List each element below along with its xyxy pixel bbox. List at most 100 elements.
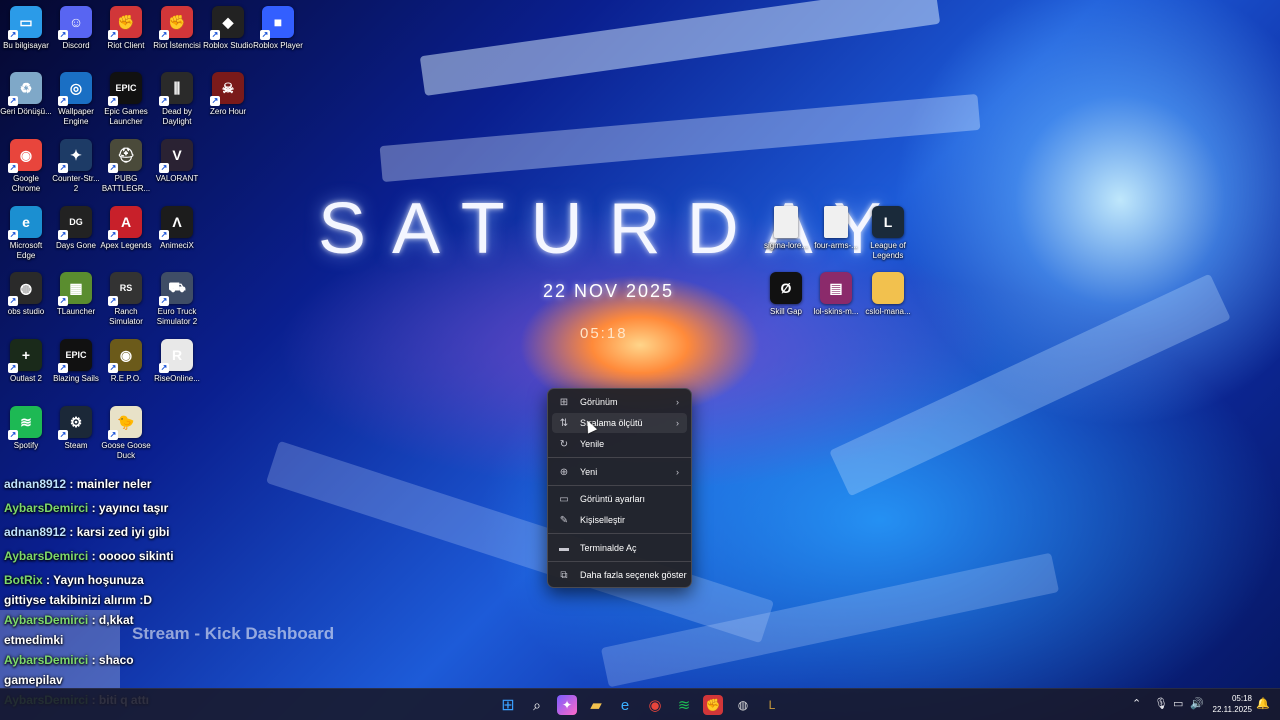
desktop-icon[interactable]: RS ↗ Ranch Simulator — [100, 266, 152, 327]
chevron-right-icon: › — [676, 467, 679, 477]
shortcut-arrow-icon: ↗ — [108, 230, 118, 240]
roblox-studio-icon: ◆ ↗ — [210, 6, 244, 40]
desktop-icon[interactable]: sigma-lore... — [760, 200, 812, 251]
chat-text: : karsi zed iyi gibi — [66, 525, 170, 539]
menu-item-refresh[interactable]: ↻ Yenile — [552, 434, 687, 454]
chevron-right-icon: › — [676, 397, 679, 407]
recycle-bin-icon: ♻ ↗ — [8, 72, 42, 106]
shortcut-arrow-icon: ↗ — [8, 96, 18, 106]
desktop-icon-label: four-arms-... — [814, 241, 858, 250]
start-button[interactable]: ⊞ — [498, 695, 518, 715]
desktop-icon[interactable]: ☠ ↗ Zero Hour — [202, 66, 254, 117]
desktop-icon[interactable]: L League of Legends — [862, 200, 914, 261]
desktop-icon-label: Steam — [64, 441, 88, 450]
desktop-icon[interactable]: R ↗ RiseOnline... — [151, 333, 203, 384]
network-icon[interactable]: ▭ — [1173, 697, 1183, 710]
spotify-icon: ≋ ↗ — [8, 406, 42, 440]
menu-item-display-settings[interactable]: ▭ Görüntü ayarları — [552, 489, 687, 509]
menu-item-new[interactable]: ⊕ Yeni › — [552, 462, 687, 482]
desktop-icon[interactable]: EPIC ↗ Epic Games Launcher — [100, 66, 152, 127]
desktop-icon[interactable]: ■ ↗ Roblox Player — [252, 0, 304, 51]
league-icon: L — [872, 206, 904, 238]
desktop-icon[interactable]: 🐤 ↗ Goose Goose Duck — [100, 400, 152, 461]
league-icon[interactable]: L — [762, 695, 782, 715]
shortcut-arrow-icon: ↗ — [159, 363, 169, 373]
desktop-icon-label: Counter-Str... 2 — [52, 174, 100, 193]
menu-item-open-terminal[interactable]: ▬ Terminalde Aç — [552, 538, 687, 558]
desktop-icon[interactable]: Λ ↗ AnimeciX — [151, 200, 203, 251]
menu-item-view[interactable]: ⊞ Görünüm › — [552, 392, 687, 412]
desktop-icon[interactable]: e ↗ Microsoft Edge — [0, 200, 52, 261]
desktop-icon[interactable]: ✦ ↗ Counter-Str... 2 — [50, 133, 102, 194]
wallpaper-date: 22 NOV 2025 — [543, 281, 675, 301]
desktop-icon[interactable]: ◉ ↗ R.E.P.O. — [100, 333, 152, 384]
desktop-icon[interactable]: + ↗ Outlast 2 — [0, 333, 52, 384]
desktop-icon[interactable]: A ↗ Apex Legends — [100, 200, 152, 251]
desktop-icon[interactable]: ⚙ ↗ Steam — [50, 400, 102, 451]
spotify-icon[interactable]: ≋ — [674, 695, 694, 715]
desktop-icon[interactable]: ◉ ↗ Google Chrome — [0, 133, 52, 194]
desktop-icon[interactable]: V ↗ VALORANT — [151, 133, 203, 184]
menu-item-label: Kişiselleştir — [580, 515, 626, 525]
obs-icon[interactable]: ◍ — [733, 695, 753, 715]
desktop-icon[interactable]: ▤ lol-skins-m... — [810, 266, 862, 317]
chat-username: adnan8912 — [4, 477, 67, 491]
desktop-icon-label: Goose Goose Duck — [101, 441, 151, 460]
desktop-icon[interactable]: ⛑ ↗ PUBG BATTLEGR... — [100, 133, 152, 194]
sort-icon: ⇅ — [559, 417, 569, 429]
folder-icon — [872, 272, 904, 304]
repo-icon: ◉ ↗ — [108, 339, 142, 373]
edge-icon[interactable]: e — [615, 695, 635, 715]
menu-item-label: Görüntü ayarları — [580, 494, 646, 504]
desktop-icon[interactable]: ≋ ↗ Spotify — [0, 400, 52, 451]
chrome-icon[interactable]: ◉ — [645, 695, 665, 715]
desktop-icon[interactable]: cslol-mana... — [862, 266, 914, 317]
desktop-icon[interactable]: ♻ ↗ Geri Dönüşü... — [0, 66, 52, 117]
shortcut-arrow-icon: ↗ — [58, 96, 68, 106]
desktop-icon[interactable]: ☺ ↗ Discord — [50, 0, 102, 51]
shortcut-arrow-icon: ↗ — [58, 430, 68, 440]
menu-item-sort[interactable]: ⇅ Sıralama ölçütü › — [552, 413, 687, 433]
file-explorer-icon[interactable]: ▰ — [586, 695, 606, 715]
desktop-icon-label: Riot İstemcisi — [153, 41, 201, 50]
desktop-icon[interactable]: Ø Skill Gap — [760, 266, 812, 317]
rise-online-icon: R ↗ — [159, 339, 193, 373]
riot-icon[interactable]: ✊ — [703, 695, 723, 715]
menu-divider — [548, 533, 691, 534]
desktop-icon[interactable]: ◎ ↗ Wallpaper Engine — [50, 66, 102, 127]
chevron-up-icon[interactable]: ⌃ — [1132, 697, 1141, 710]
steam-icon: ⚙ ↗ — [58, 406, 92, 440]
desktop-icon[interactable]: ◍ ↗ obs studio — [0, 266, 52, 317]
desktop-icon[interactable]: four-arms-... — [810, 200, 862, 251]
stream-chat-overlay: adnan8912 : mainler neler AybarsDemirci :… — [4, 472, 204, 712]
desktop-icon[interactable]: ✊ ↗ Riot İstemcisi — [151, 0, 203, 51]
chat-text: gamepilav — [4, 673, 63, 687]
wallpaper-engine-icon: ◎ ↗ — [58, 72, 92, 106]
desktop-icon-label: R.E.P.O. — [110, 374, 142, 383]
volume-icon[interactable]: 🔊 — [1190, 697, 1204, 710]
search-icon[interactable]: ⌕ — [527, 695, 547, 715]
desktop-icon-label: AnimeciX — [160, 241, 194, 250]
desktop-icon[interactable]: ▭ ↗ Bu bilgisayar — [0, 0, 52, 51]
shortcut-arrow-icon: ↗ — [159, 230, 169, 240]
wallpaper-stripe — [419, 0, 941, 96]
desktop-icon-label: Zero Hour — [209, 107, 246, 116]
desktop-icon[interactable]: ✊ ↗ Riot Client — [100, 0, 152, 51]
desktop-icon-label: Google Chrome — [11, 174, 41, 193]
microphone-icon[interactable]: 🎙 — [1154, 697, 1168, 710]
file-icon — [824, 206, 848, 238]
desktop-icon[interactable]: EPIC ↗ Blazing Sails — [50, 333, 102, 384]
desktop-icon[interactable]: ▦ ↗ TLauncher — [50, 266, 102, 317]
copilot-icon[interactable]: ✦ — [557, 695, 577, 715]
menu-item-personalize[interactable]: ✎ Kişiselleştir — [552, 510, 687, 530]
desktop-icon[interactable]: DG ↗ Days Gone — [50, 200, 102, 251]
desktop-icon[interactable]: ⫼ ↗ Dead by Daylight — [151, 66, 203, 127]
desktop-icon[interactable]: ⛟ ↗ Euro Truck Simulator 2 — [151, 266, 203, 327]
chat-message: gittiyse takibinizi alırım :D — [4, 592, 204, 608]
notification-icon[interactable]: 🔔 — [1256, 697, 1270, 710]
desktop-icon[interactable]: ◆ ↗ Roblox Studio — [202, 0, 254, 51]
chat-username: AybarsDemirci — [4, 549, 89, 563]
taskbar-clock[interactable]: 05:18 22.11.2025 — [1206, 693, 1252, 715]
menu-item-more-options[interactable]: ⧉ Daha fazla seçenek göster — [552, 565, 687, 585]
shortcut-arrow-icon: ↗ — [260, 30, 270, 40]
